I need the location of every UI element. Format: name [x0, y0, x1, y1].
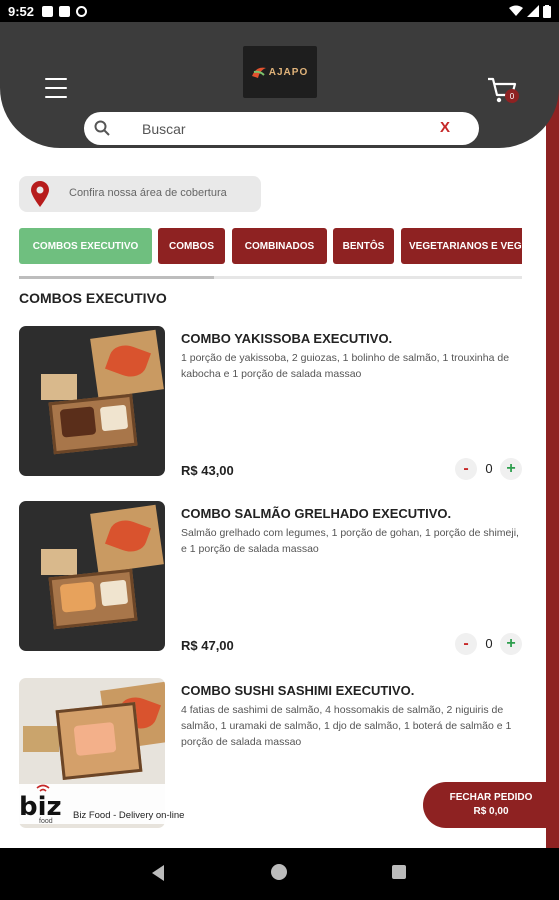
product-name: COMBO SALMÃO GRELHADO EXECUTIVO. [181, 506, 452, 521]
product-price: R$ 43,00 [181, 463, 234, 478]
search-icon [94, 120, 110, 136]
battery-icon [543, 4, 551, 18]
leaf-logo-icon [251, 67, 266, 78]
app-screen: AJAPO 0 X Confira nossa área de cobertur… [0, 22, 559, 848]
menu-icon[interactable] [45, 78, 67, 98]
home-icon[interactable] [271, 864, 287, 880]
location-pin-icon [31, 181, 49, 207]
quantity-value: 0 [485, 636, 493, 651]
clear-search-button[interactable]: X [440, 119, 450, 136]
powered-by-text: Biz Food - Delivery on-line [73, 810, 185, 821]
status-time: 9:52 [8, 3, 35, 19]
close-order-label: FECHAR PEDIDO [449, 792, 533, 803]
product-card[interactable]: COMBO SALMÃO GRELHADO EXECUTIVO. Salmão … [0, 501, 559, 661]
product-name: COMBO SUSHI SASHIMI EXECUTIVO. [181, 683, 415, 698]
product-image [19, 501, 165, 651]
calendar-icon [59, 5, 71, 17]
wifi-icon [509, 5, 523, 16]
biz-logo-sub: food [39, 818, 53, 825]
decrease-quantity-button[interactable]: - [455, 458, 477, 480]
tab-combinados[interactable]: COMBINADOS [232, 228, 327, 264]
order-total: R$ 0,00 [473, 806, 509, 817]
quantity-stepper: - 0 + [455, 633, 523, 657]
quantity-stepper: - 0 + [455, 458, 523, 482]
powered-by-banner: biz food Biz Food - Delivery on-line [19, 784, 259, 825]
tab-bentos[interactable]: BENTÔS [333, 228, 394, 264]
cart-count-badge: 0 [505, 89, 519, 103]
product-description: 1 porção de yakissoba, 2 guiozas, 1 boli… [181, 352, 510, 380]
coverage-area-button[interactable]: Confira nossa área de cobertura [19, 176, 261, 212]
coverage-label: Confira nossa área de cobertura [69, 187, 227, 199]
search-bar: X [84, 112, 479, 145]
product-description: 4 fatias de sashimi de salmão, 4 hossoma… [181, 704, 512, 748]
logo-text: AJAPO [268, 66, 309, 78]
status-bar: 9:52 [0, 0, 559, 22]
tab-combos-executivo[interactable]: COMBOS EXECUTIVO [19, 228, 152, 264]
quantity-value: 0 [485, 461, 493, 476]
section-title: COMBOS EXECUTIVO [19, 290, 167, 306]
decrease-quantity-button[interactable]: - [455, 633, 477, 655]
increase-quantity-button[interactable]: + [500, 633, 522, 655]
product-description: Salmão grelhado com legumes, 1 porção de… [181, 527, 519, 555]
recents-icon[interactable] [392, 865, 406, 879]
product-card[interactable]: COMBO YAKISSOBA EXECUTIVO. 1 porção de y… [0, 326, 559, 486]
back-icon[interactable] [152, 865, 164, 881]
product-image [19, 326, 165, 476]
sync-icon [76, 5, 88, 17]
product-price: R$ 47,00 [181, 638, 234, 653]
category-tabs: COMBOS EXECUTIVO COMBOS COMBINADOS BENTÔ… [19, 228, 522, 265]
increase-quantity-button[interactable]: + [500, 458, 522, 480]
signal-icon [527, 5, 539, 17]
android-nav-bar [0, 848, 559, 900]
search-input[interactable] [142, 117, 422, 140]
product-name: COMBO YAKISSOBA EXECUTIVO. [181, 331, 393, 346]
close-order-button[interactable]: FECHAR PEDIDO R$ 0,00 [423, 782, 559, 828]
tab-combos[interactable]: COMBOS [158, 228, 225, 264]
app-header: AJAPO 0 X [0, 22, 559, 148]
restaurant-logo: AJAPO [243, 46, 317, 98]
tab-vegetarianos[interactable]: VEGETARIANOS E VEG [401, 228, 522, 264]
notification-icon [42, 5, 54, 17]
tabs-scrollbar[interactable] [19, 276, 522, 279]
